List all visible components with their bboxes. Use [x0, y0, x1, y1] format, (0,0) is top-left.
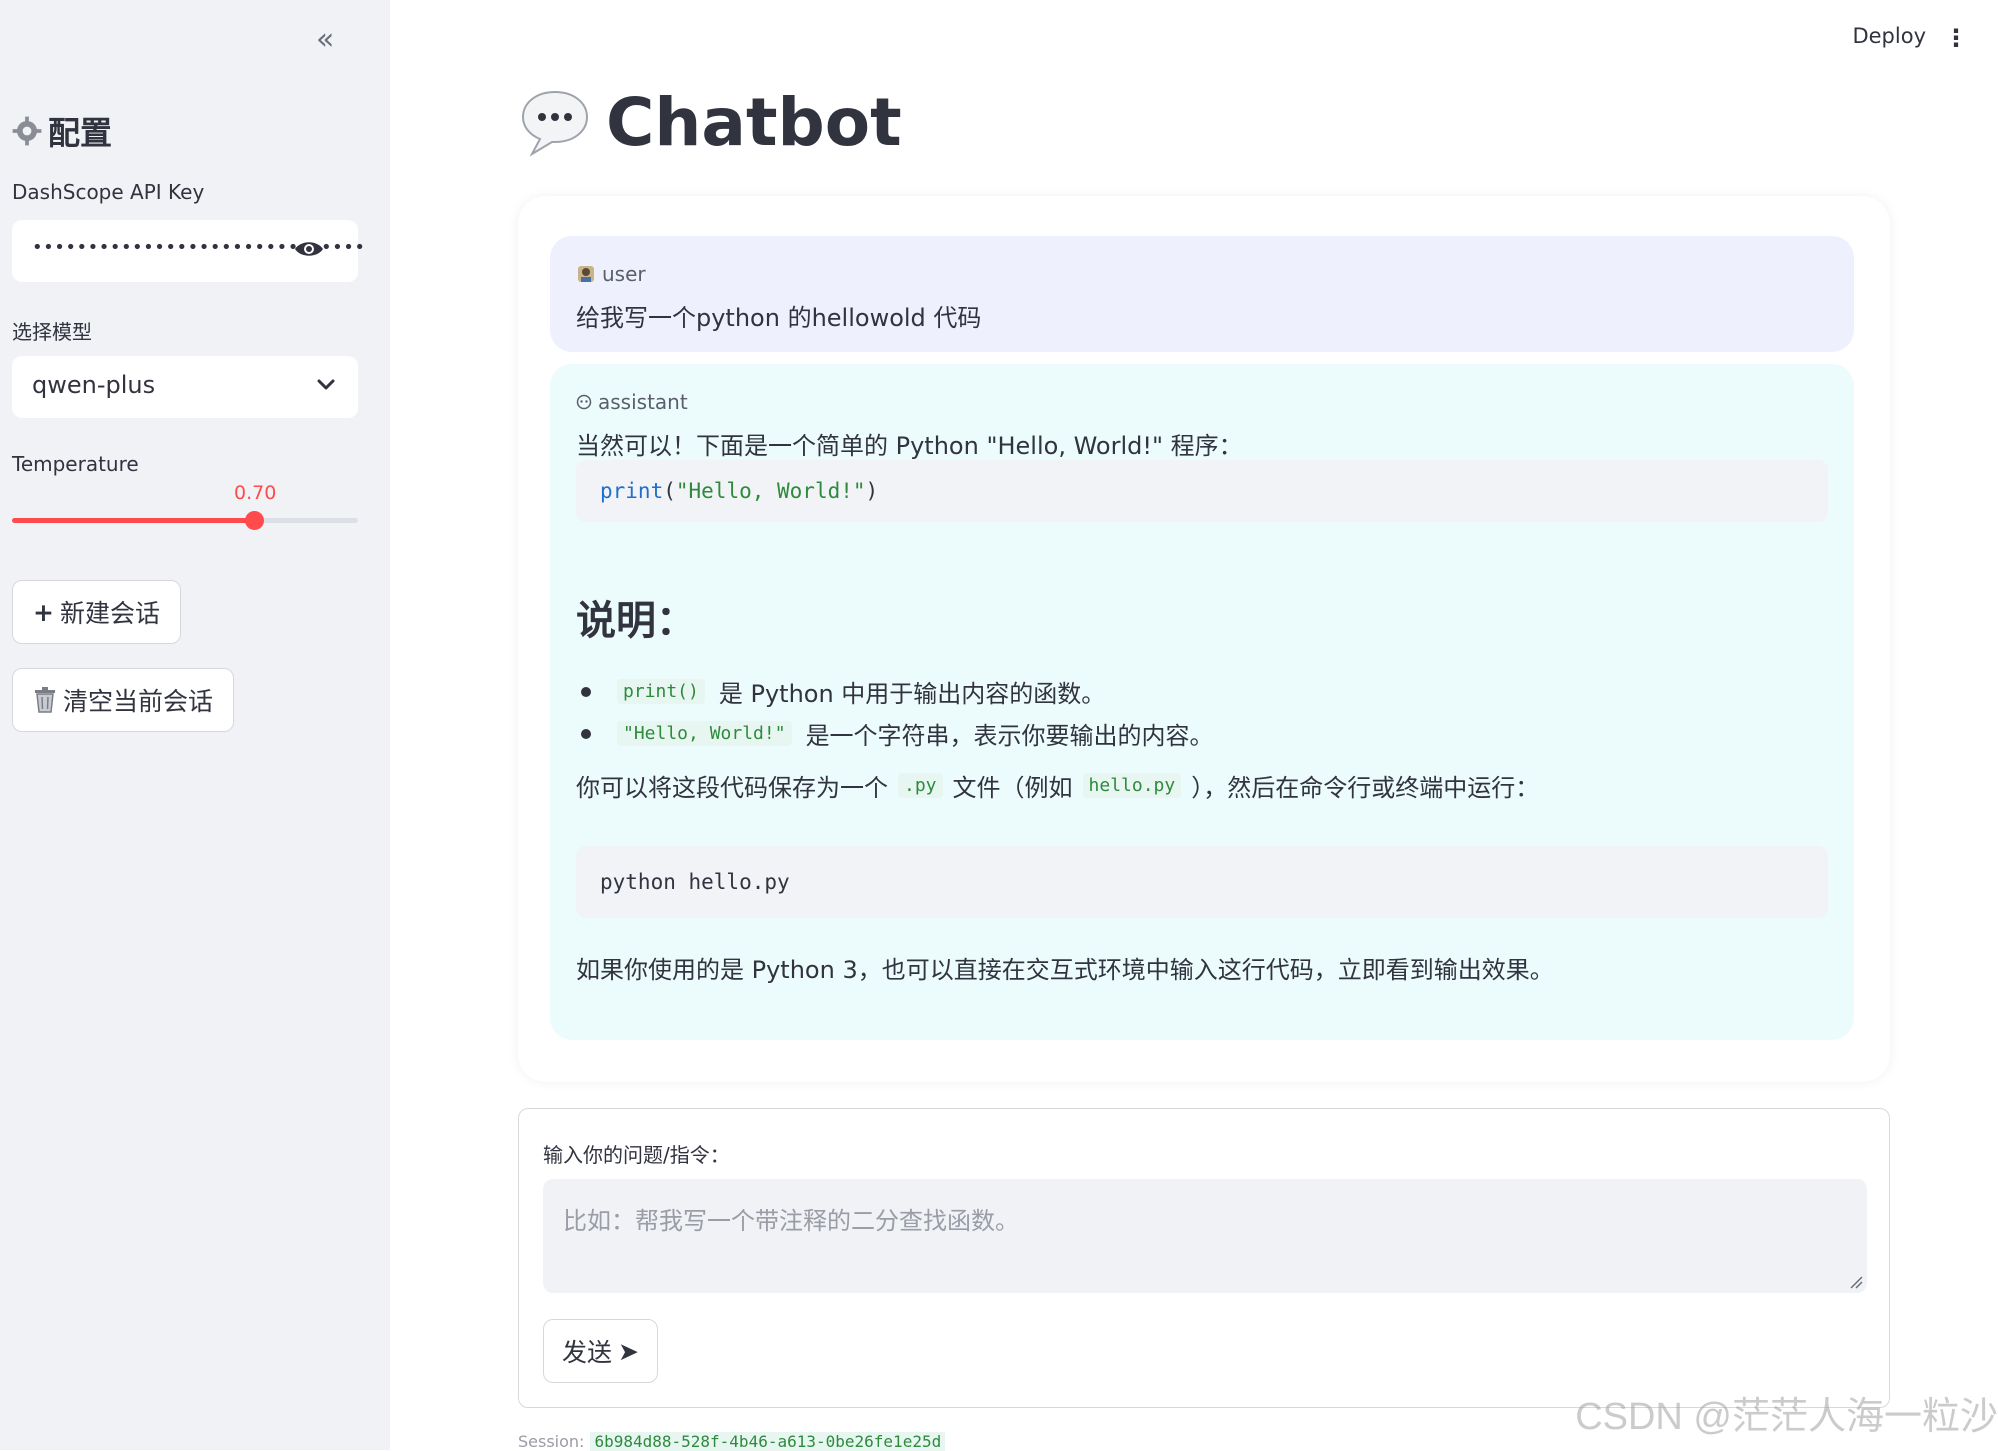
main-area: Deploy ⋮ Chatbot user 给我写一个python 的hello… [390, 0, 1998, 1450]
bullet-text: 是一个字符串，表示你要输出的内容。 [806, 716, 1214, 751]
code-fn: print [600, 479, 663, 503]
bullet-dot [581, 687, 591, 697]
session-label: Session: [518, 1432, 584, 1451]
inline-code: print() [617, 679, 705, 704]
code-string: "Hello, World!" [676, 479, 866, 503]
user-message: user 给我写一个python 的hellowold 代码 [550, 236, 1854, 352]
user-message-text: 给我写一个python 的hellowold 代码 [576, 298, 981, 333]
sidebar-title-text: 配置 [48, 108, 112, 154]
model-label: 选择模型 [12, 316, 92, 345]
send-label: 发送 [562, 1333, 612, 1369]
inline-code-ext: .py [898, 773, 943, 798]
watermark: CSDN @茫茫人海一粒沙 [1575, 1385, 1998, 1440]
speech-bubble-icon [518, 86, 592, 160]
send-button[interactable]: 发送 ➤ [543, 1319, 658, 1383]
bullet-dot [581, 729, 591, 739]
prompt-label: 输入你的问题/指令： [543, 1139, 730, 1168]
bullet-item: "Hello, World!" 是一个字符串，表示你要输出的内容。 [576, 716, 1214, 751]
session-info: Session: 6b984d88-528f-4b46-a613-0be26fe… [518, 1432, 945, 1451]
code-paren-close: ) [866, 479, 879, 503]
send-icon: ➤ [618, 1337, 639, 1366]
para-text-b: 文件（例如 [953, 768, 1073, 803]
prompt-placeholder: 比如：帮我写一个带注释的二分查找函数。 [563, 1201, 1019, 1236]
temperature-value: 0.70 [234, 482, 276, 504]
slider-fill [12, 518, 254, 523]
plus-icon: + [33, 598, 54, 627]
chevron-down-icon [316, 374, 336, 394]
clear-chat-button[interactable]: 清空当前会话 [12, 668, 234, 732]
prompt-form: 输入你的问题/指令： 比如：帮我写一个带注释的二分查找函数。 发送 ➤ [518, 1108, 1890, 1408]
assistant-outro: 如果你使用的是 Python 3，也可以直接在交互式环境中输入这行代码，立即看到… [576, 950, 1554, 985]
bullet-text: 是 Python 中用于输出内容的函数。 [719, 674, 1105, 709]
deploy-button[interactable]: Deploy [1852, 24, 1926, 48]
resize-grip-icon[interactable] [1849, 1275, 1863, 1289]
robot-icon [576, 394, 592, 410]
slider-thumb[interactable] [245, 511, 264, 530]
new-chat-label: 新建会话 [60, 594, 160, 630]
inline-code: "Hello, World!" [617, 721, 792, 746]
page-title: Chatbot [518, 84, 902, 161]
user-avatar-icon [576, 264, 596, 284]
code-paren-open: ( [663, 479, 676, 503]
para-text-c: ），然后在命令行或终端中运行： [1191, 768, 1539, 803]
api-key-label: DashScope API Key [12, 180, 204, 204]
bullet-item: print() 是 Python 中用于输出内容的函数。 [576, 674, 1105, 709]
new-chat-button[interactable]: + 新建会话 [12, 580, 181, 644]
para-text-a: 你可以将这段代码保存为一个 [576, 768, 888, 803]
code-block-run: python hello.py [576, 846, 1828, 918]
clear-chat-label: 清空当前会话 [63, 682, 213, 718]
page-title-text: Chatbot [606, 84, 902, 161]
prompt-textarea[interactable]: 比如：帮我写一个带注释的二分查找函数。 [543, 1179, 1867, 1293]
sidebar: « 配置 DashScope API Key •••••••••••••••••… [0, 0, 390, 1450]
assistant-message: assistant 当然可以！下面是一个简单的 Python "Hello, W… [550, 364, 1854, 1040]
eye-icon[interactable] [294, 238, 324, 260]
sidebar-title: 配置 [12, 108, 112, 154]
assistant-role-label: assistant [598, 390, 688, 414]
assistant-role: assistant [576, 390, 688, 414]
collapse-sidebar-icon[interactable]: « [316, 22, 334, 57]
assistant-intro: 当然可以！下面是一个简单的 Python "Hello, World!" 程序： [576, 426, 1243, 461]
temperature-slider[interactable] [12, 518, 358, 523]
gear-icon [12, 116, 42, 146]
inline-code-filename: hello.py [1083, 773, 1182, 798]
explanation-heading: 说明： [576, 588, 696, 646]
main-menu-icon[interactable]: ⋮ [1944, 24, 1968, 52]
model-select[interactable]: qwen-plus [12, 356, 358, 418]
api-key-input[interactable]: •••••••••••••••••••••••••••••• [12, 220, 358, 282]
model-value: qwen-plus [32, 371, 155, 399]
trash-icon [33, 687, 57, 713]
save-instructions: 你可以将这段代码保存为一个 .py 文件（例如 hello.py ），然后在命令… [576, 768, 1539, 803]
session-id: 6b984d88-528f-4b46-a613-0be26fe1e25d [590, 1432, 945, 1451]
temperature-label: Temperature [12, 452, 139, 476]
user-role: user [576, 262, 646, 286]
user-role-label: user [602, 262, 646, 286]
code-block-print: print("Hello, World!") [576, 460, 1828, 522]
chat-history-card: user 给我写一个python 的hellowold 代码 assistant… [518, 196, 1890, 1082]
